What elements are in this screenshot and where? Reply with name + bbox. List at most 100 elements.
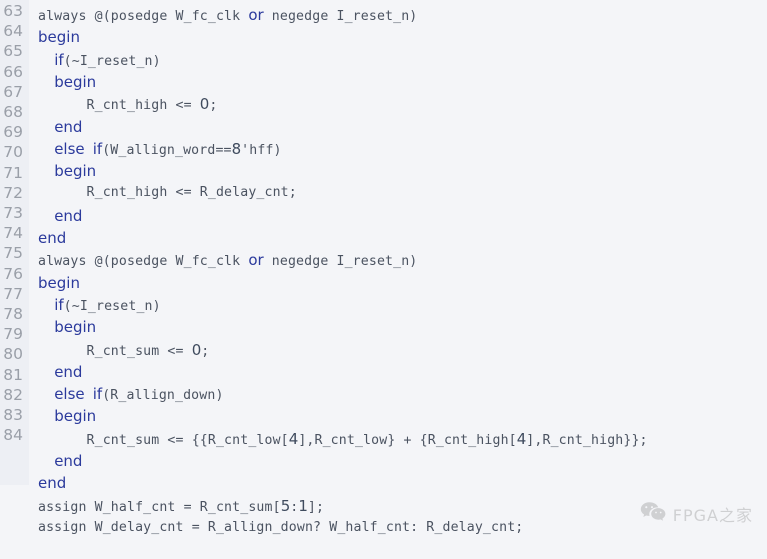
code-token-kw: begin [54,72,97,91]
code-token-num: 0 [191,340,202,359]
code-token-plain: R_cnt_sum <= {{R_cnt_low[ [38,432,289,448]
code-token-plain: assign W_delay_cnt = R_allign_down? W_ha… [38,519,524,535]
code-token-kw: if [92,385,103,404]
code-token-plain: negedge I_reset_n) [263,254,418,270]
code-token-plain: R_cnt_sum <= [38,343,192,359]
watermark-label: FPGA之家 [672,506,753,525]
line-number: 63 [3,2,23,20]
line-number: 76 [3,264,23,283]
code-token-kw: end [54,117,83,136]
code-line[interactable]: if(~I_reset_n) [38,294,161,318]
code-line[interactable]: else if(R_allign_down) [38,383,224,407]
line-number: 66 [3,62,23,81]
line-number: 73 [3,204,23,222]
code-token-plain: R_cnt_high <= R_delay_cnt; [38,185,297,201]
code-line[interactable]: assign W_delay_cnt = R_allign_down? W_ha… [38,517,523,539]
code-token-kw: if [92,139,103,158]
code-line[interactable]: always @(posedge W_fc_clk or negedge I_r… [38,4,417,28]
line-number: 78 [3,305,23,323]
line-number: 80 [3,345,23,364]
code-token-kw: end [38,474,67,493]
line-number: 71 [3,163,23,182]
code-line[interactable]: end [38,205,82,229]
code-token-plain: R_cnt_high <= [38,98,200,114]
code-token-kw: end [54,206,83,225]
code-line[interactable]: end [38,361,82,385]
code-token-plain: 'hff) [241,142,282,158]
code-token-plain: (~I_reset_n) [63,53,161,69]
code-line[interactable]: begin [38,160,96,184]
code-line[interactable]: R_cnt_high <= 0; [38,93,218,117]
code-token-plain: always @(posedge W_fc_clk [38,9,249,24]
code-token-kw: begin [54,318,97,337]
code-line[interactable]: else if(W_allign_word==8'hff) [38,138,282,162]
code-token-kw: begin [54,407,97,426]
line-number: 67 [3,82,23,101]
code-line[interactable]: begin [38,26,80,50]
wechat-icon [640,501,666,527]
code-token-kw: end [38,229,67,247]
code-token-num: 4 [288,429,299,448]
code-line[interactable]: R_cnt_sum <= {{R_cnt_low[4],R_cnt_low} +… [38,428,648,452]
code-line[interactable]: end [38,450,82,474]
code-token-kw: end [54,452,83,470]
code-token-kw: begin [38,273,80,292]
code-token-num: 5 [280,496,291,515]
line-number: 69 [3,123,23,142]
code-token-plain: ],R_cnt_low} + {R_cnt_high[ [298,432,517,448]
code-token-kw: else [54,139,85,158]
code-token-kw: if [54,50,64,69]
code-line[interactable]: R_cnt_sum <= 0; [38,339,210,363]
code-token-kw: begin [54,162,97,181]
code-token-plain: ; [209,98,218,114]
code-token-plain: always @(posedge W_fc_clk [38,254,249,270]
code-line[interactable]: always @(posedge W_fc_clk or negedge I_r… [38,249,417,273]
line-number: 72 [3,183,23,202]
code-line[interactable]: R_cnt_high <= R_delay_cnt; [38,182,297,204]
code-line[interactable]: begin [38,316,96,340]
line-number: 82 [3,385,23,404]
code-token-plain: assign W_half_cnt = R_cnt_sum[ [38,499,281,515]
line-number: 75 [3,244,23,263]
code-line[interactable]: begin [38,405,96,429]
line-number: 77 [3,284,23,303]
code-token-num: 1 [298,496,308,515]
code-token-plain: ]; [307,499,325,515]
watermark: FPGA之家 [640,501,753,527]
code-line[interactable]: end [38,116,82,140]
code-token-plain: negedge I_reset_n) [263,9,418,24]
line-number: 83 [3,406,23,424]
code-token-plain: ],R_cnt_high}}; [526,432,648,448]
code-token-kw: else [54,385,85,404]
code-token-kw: if [54,295,64,314]
code-token-plain: (W_allign_word== [102,142,232,158]
code-token-num: 0 [199,95,210,114]
line-number: 84 [3,426,23,445]
code-token-plain: (R_allign_down) [102,388,224,404]
code-token-plain: ; [201,343,210,359]
line-number: 74 [3,224,23,243]
code-line[interactable]: assign W_half_cnt = R_cnt_sum[5:1]; [38,495,324,519]
code-line[interactable]: begin [38,71,96,95]
line-number: 81 [3,365,23,384]
code-line[interactable]: begin [38,272,80,296]
code-token-num: 8 [231,139,242,158]
line-number: 79 [3,325,23,344]
code-token-kw: or [248,251,264,270]
code-line[interactable]: end [38,472,66,496]
code-viewer[interactable]: 63 64 65 66 67 68 69 70 71 72 73 74 75 76 77 78 79 80 81 82… [0,0,767,559]
code-line[interactable]: if(~I_reset_n) [38,49,161,73]
line-number: 70 [3,143,23,162]
code-line[interactable]: end [38,227,66,251]
